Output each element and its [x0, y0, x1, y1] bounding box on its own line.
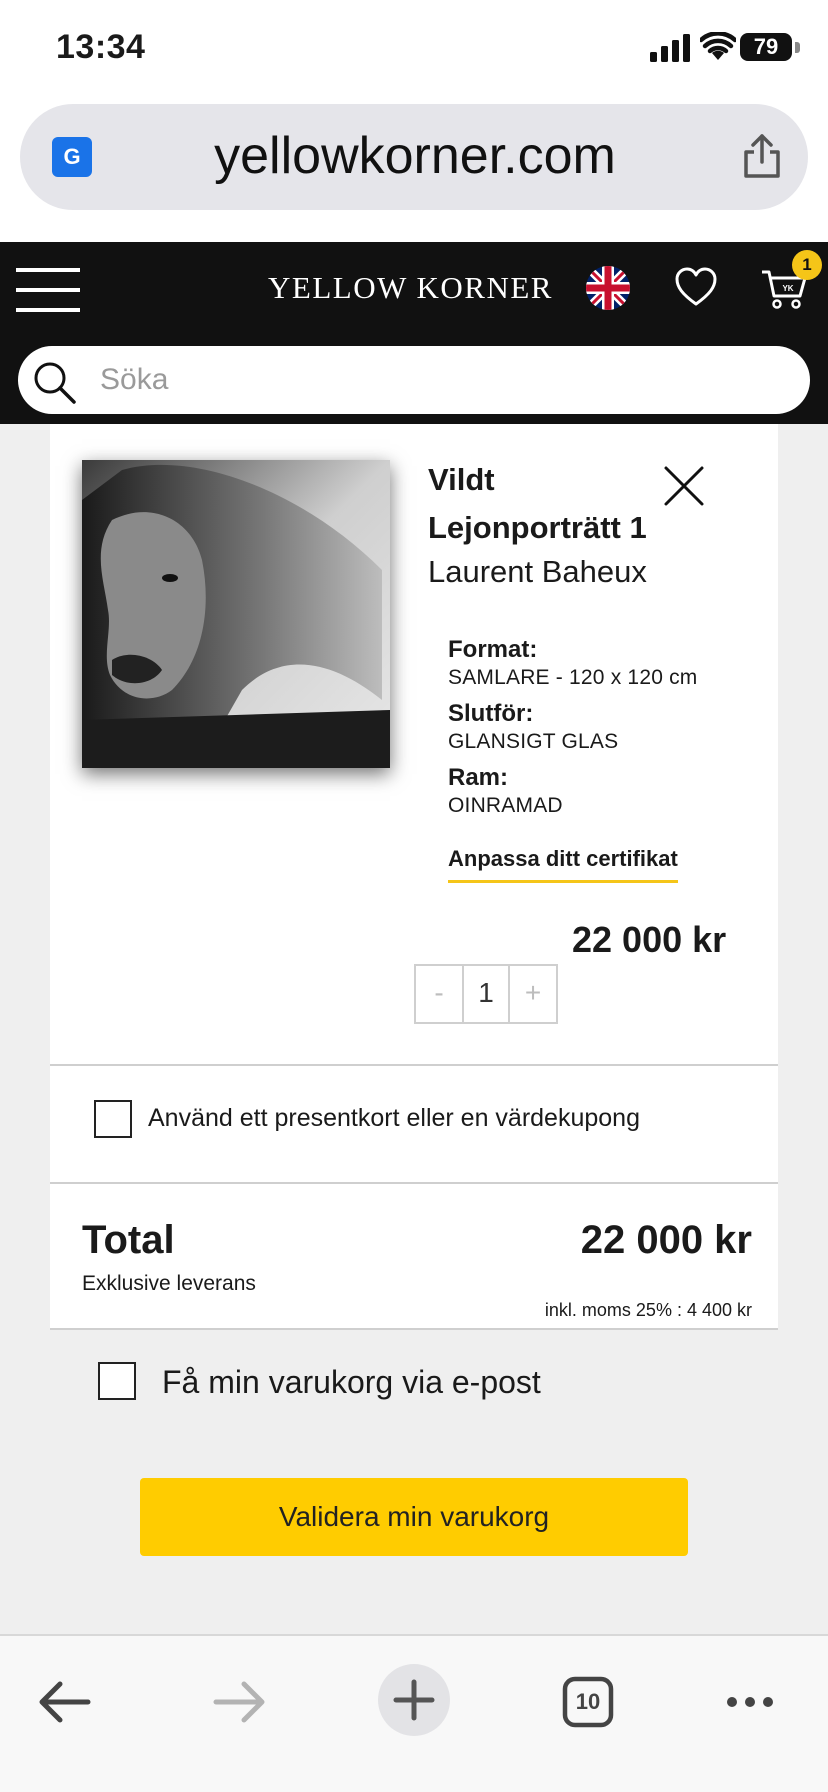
spec-frame-label: Ram:: [448, 764, 509, 791]
plus-icon: [393, 1679, 435, 1721]
gift-card-label[interactable]: Använd ett presentkort eller en värdekup…: [148, 1104, 640, 1133]
tabs-button[interactable]: 10: [552, 1666, 624, 1738]
battery-level: 79: [740, 33, 792, 61]
new-tab-button[interactable]: [378, 1664, 450, 1736]
browser-toolbar: 10: [0, 1634, 828, 1792]
total-price: 22 000 kr: [580, 1218, 752, 1262]
site-header: YELLOW KORNER YK 1: [0, 242, 828, 424]
search-bar: [18, 346, 810, 414]
status-bar: 13:34 79: [0, 0, 828, 100]
vat-text: inkl. moms 25% : 4 400 kr: [544, 1300, 752, 1320]
cart-icon-label: YK: [782, 284, 793, 293]
quantity-increase-button[interactable]: +: [510, 966, 556, 1022]
wifi-icon: [700, 32, 736, 60]
tabs-count: 10: [575, 1689, 601, 1714]
forward-arrow-icon[interactable]: [204, 1666, 276, 1738]
share-icon[interactable]: [740, 132, 784, 180]
status-time: 13:34: [56, 28, 146, 66]
quantity-decrease-button[interactable]: -: [416, 966, 462, 1022]
signal-icon: [650, 34, 690, 62]
divider: [50, 1064, 778, 1066]
flag-uk-icon[interactable]: [586, 266, 630, 310]
divider: [50, 1328, 778, 1330]
more-icon[interactable]: [714, 1666, 786, 1738]
back-arrow-icon[interactable]: [28, 1666, 100, 1738]
gift-card-checkbox[interactable]: [94, 1100, 132, 1138]
url-text[interactable]: yellowkorner.com: [120, 126, 710, 186]
quantity-value[interactable]: 1: [462, 966, 510, 1022]
item-price: 22 000 kr: [572, 919, 727, 960]
cart-item-panel: Vildt Lejonporträtt 1 Laurent Baheux For…: [50, 424, 778, 1330]
divider: [50, 1182, 778, 1184]
product-image[interactable]: [82, 460, 390, 768]
heart-icon[interactable]: [674, 266, 718, 308]
search-input[interactable]: [100, 358, 780, 402]
translate-icon[interactable]: G: [52, 137, 92, 177]
total-label: Total: [82, 1218, 175, 1262]
battery-cap: [795, 42, 800, 53]
address-pill[interactable]: G yellowkorner.com: [20, 104, 808, 210]
spec-finish-value: GLANSIGT GLAS: [448, 730, 619, 753]
brand-logo[interactable]: YELLOW KORNER: [268, 270, 553, 306]
customize-certificate-link[interactable]: Anpassa ditt certifikat: [448, 846, 678, 883]
spec-finish-label: Slutför:: [448, 700, 534, 727]
validate-cart-button[interactable]: Validera min varukorg: [140, 1478, 688, 1556]
cart-count-badge: 1: [792, 250, 822, 280]
product-title[interactable]: Vildt Lejonporträtt 1: [428, 456, 688, 552]
spec-format-value: SAMLARE - 120 x 120 cm: [448, 666, 698, 689]
spec-frame-value: OINRAMAD: [448, 794, 563, 817]
email-cart-label[interactable]: Få min varukorg via e-post: [162, 1364, 541, 1401]
email-cart-checkbox[interactable]: [98, 1362, 136, 1400]
search-icon[interactable]: [30, 358, 78, 406]
spec-format-label: Format:: [448, 636, 538, 663]
hamburger-icon[interactable]: [16, 266, 80, 314]
product-artist[interactable]: Laurent Baheux: [428, 554, 647, 590]
total-subtext: Exklusive leverans: [82, 1272, 256, 1295]
quantity-stepper: - 1 +: [414, 964, 558, 1024]
browser-url-bar: G yellowkorner.com: [0, 100, 828, 242]
